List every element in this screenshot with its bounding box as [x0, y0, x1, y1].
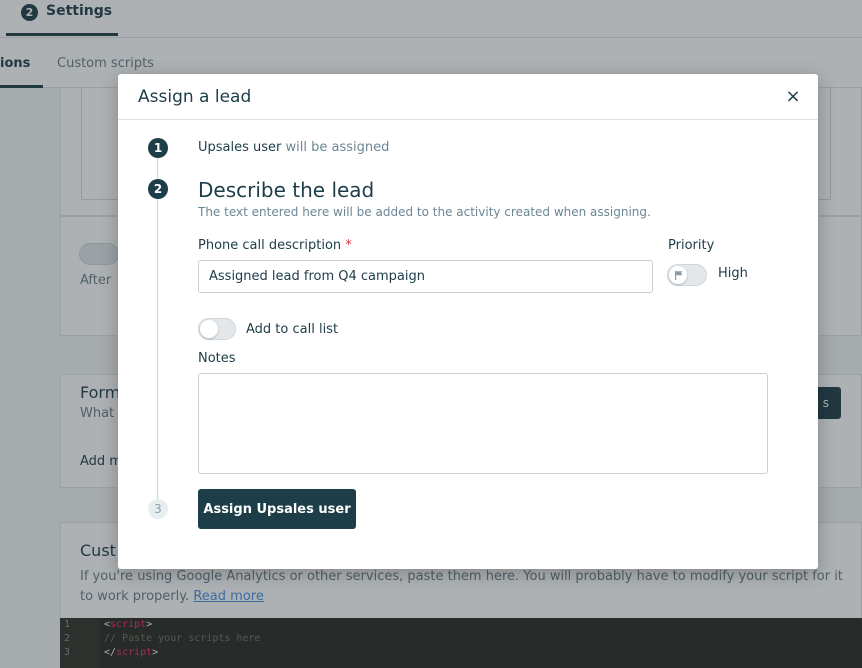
- phone-description-label: Phone call description *: [198, 238, 352, 253]
- step-one-badge: 1: [148, 138, 168, 158]
- priority-label: Priority: [668, 238, 715, 253]
- step-one-suffix: will be assigned: [285, 140, 390, 155]
- assign-upsales-user-button[interactable]: Assign Upsales user: [198, 489, 356, 529]
- assigned-user-name: Upsales user: [198, 140, 282, 155]
- priority-value: High: [718, 266, 748, 281]
- step-three-badge: 3: [148, 499, 168, 519]
- required-marker: *: [345, 238, 352, 253]
- add-to-call-list-toggle[interactable]: [198, 318, 236, 340]
- modal-title: Assign a lead: [138, 87, 252, 107]
- assign-lead-modal: Assign a lead × 1 Upsales user will be a…: [118, 74, 818, 569]
- flag-icon: [675, 271, 683, 280]
- priority-toggle[interactable]: [667, 264, 707, 286]
- step-one-summary: Upsales user will be assigned: [198, 140, 389, 155]
- notes-textarea[interactable]: [198, 373, 768, 474]
- call-list-toggle-knob: [200, 320, 218, 338]
- step-two-title: Describe the lead: [198, 178, 375, 202]
- notes-label: Notes: [198, 351, 236, 366]
- modal-header: Assign a lead ×: [118, 74, 818, 120]
- step-connector-line: [157, 157, 158, 505]
- close-icon[interactable]: ×: [782, 86, 804, 108]
- step-two-subtitle: The text entered here will be added to t…: [198, 205, 651, 219]
- step-two-badge: 2: [148, 179, 168, 199]
- phone-description-input[interactable]: [198, 260, 653, 293]
- priority-toggle-knob: [669, 266, 687, 284]
- add-to-call-list-label: Add to call list: [246, 322, 339, 337]
